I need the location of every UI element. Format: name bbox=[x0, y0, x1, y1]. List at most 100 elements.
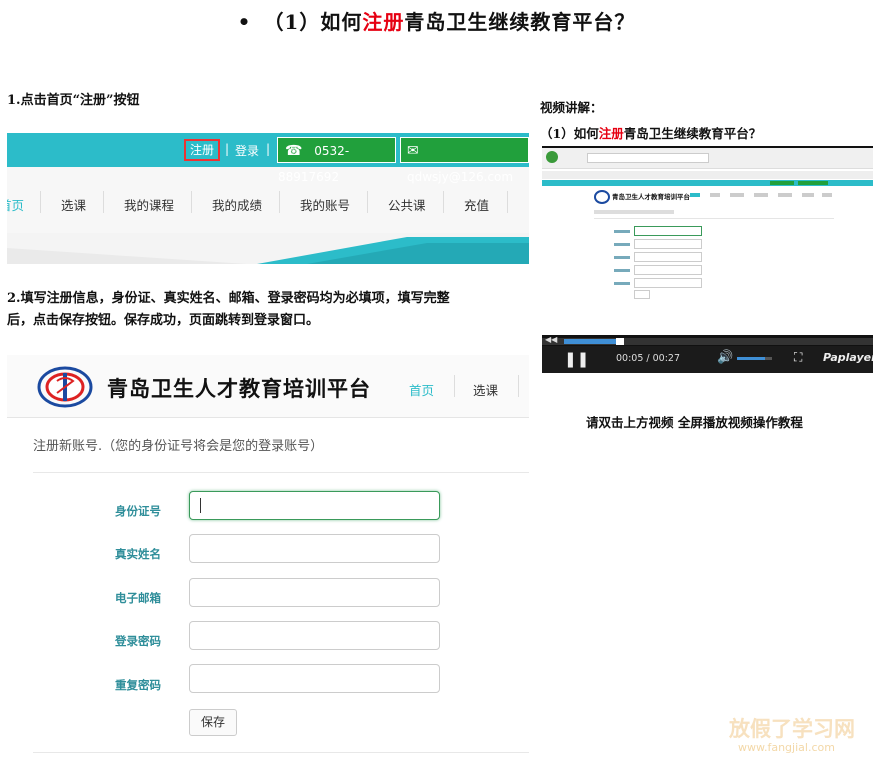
video-label bbox=[614, 282, 630, 285]
browser-logo-icon bbox=[546, 151, 558, 163]
video-progress-handle[interactable] bbox=[616, 338, 624, 345]
topbar-separator: | bbox=[266, 142, 271, 156]
real-name-input[interactable] bbox=[189, 534, 440, 563]
repeat-password-input[interactable] bbox=[189, 664, 440, 693]
mail-icon: ✉ bbox=[407, 143, 419, 159]
registration-hint: 注册新账号.（您的身份证号将会是您的登录账号） bbox=[33, 439, 324, 454]
step1-text: 1.点击首页“注册”按钮 bbox=[7, 93, 140, 108]
video-subtitle: （1）如何注册青岛卫生继续教育平台？ bbox=[540, 123, 761, 145]
password-input[interactable] bbox=[189, 621, 440, 650]
video-logo-icon bbox=[594, 190, 610, 204]
email-box: ✉ qdwsjy@126.com bbox=[400, 137, 529, 184]
video-field bbox=[634, 239, 702, 249]
label-repeat-password: 重复密码 bbox=[115, 678, 161, 692]
video-nav bbox=[690, 193, 840, 197]
nav-public-courses[interactable]: 公共课 bbox=[388, 195, 426, 214]
video-progress-track[interactable]: ◀◀ bbox=[542, 335, 873, 345]
video-time: 00:05 / 00:27 bbox=[616, 353, 680, 364]
video-field bbox=[634, 265, 702, 275]
login-link[interactable]: 登录 bbox=[235, 142, 259, 159]
video-label bbox=[614, 269, 630, 272]
video-label bbox=[614, 256, 630, 259]
nav-divider bbox=[279, 191, 280, 213]
divider bbox=[33, 752, 529, 753]
volume-level bbox=[737, 357, 765, 360]
volume-icon[interactable]: 🔊 bbox=[717, 350, 733, 365]
video-subtitle-highlight: 注册 bbox=[598, 126, 624, 141]
watermark-logo: 放假了学习网 bbox=[729, 717, 855, 741]
video-subtitle-prefix: （1）如何 bbox=[540, 126, 599, 141]
fullscreen-icon[interactable]: ⛶ bbox=[794, 350, 802, 365]
video-save bbox=[634, 290, 650, 299]
title-suffix: 青岛卫生继续教育平台？ bbox=[404, 10, 636, 34]
video-platform-name: 青岛卫生人才教育培训平台 bbox=[612, 193, 690, 201]
label-real-name: 真实姓名 bbox=[115, 547, 161, 561]
video-progress-fill bbox=[564, 339, 620, 344]
id-number-input[interactable] bbox=[189, 491, 440, 520]
video-field bbox=[634, 252, 702, 262]
nav-divider bbox=[518, 375, 519, 397]
pause-icon[interactable]: ❚❚ bbox=[564, 350, 589, 368]
video-label bbox=[614, 230, 630, 233]
nav-home[interactable]: 首页 bbox=[7, 195, 24, 214]
email-input[interactable] bbox=[189, 578, 440, 607]
nav-home[interactable]: 首页 bbox=[409, 380, 434, 399]
site-header: 青岛卫生人才教育培训平台 首页 选课 bbox=[7, 355, 529, 418]
label-email: 电子邮箱 bbox=[115, 591, 161, 605]
nav-divider bbox=[103, 191, 104, 213]
label-password: 登录密码 bbox=[115, 634, 161, 648]
nav-my-courses[interactable]: 我的课程 bbox=[124, 195, 174, 214]
save-button[interactable]: 保存 bbox=[189, 709, 237, 736]
nav-recharge[interactable]: 充值 bbox=[464, 195, 489, 214]
browser-address-bar bbox=[587, 153, 709, 163]
title-highlight: 注册 bbox=[362, 10, 405, 34]
nav-divider bbox=[367, 191, 368, 213]
platform-logo bbox=[37, 366, 93, 408]
video-subtitle-suffix: 青岛卫生继续教育平台？ bbox=[623, 126, 762, 141]
nav-divider bbox=[40, 191, 41, 213]
video-frame[interactable]: 青岛卫生人才教育培训平台 bbox=[542, 148, 873, 335]
video-field bbox=[634, 278, 702, 288]
text-cursor bbox=[200, 498, 201, 513]
video-site-topbar bbox=[542, 180, 873, 186]
page-title: • （1）如何注册青岛卫生继续教育平台？ bbox=[0, 6, 873, 35]
video-divider bbox=[594, 218, 834, 219]
title-bullet: • bbox=[237, 10, 252, 34]
platform-name: 青岛卫生人才教育培训平台 bbox=[107, 377, 371, 401]
phone-box: ☎ 0532-88917692 bbox=[277, 137, 396, 184]
register-link[interactable]: 注册 bbox=[184, 139, 220, 161]
video-label bbox=[614, 243, 630, 246]
nav-my-account[interactable]: 我的账号 bbox=[300, 195, 350, 214]
rewind-icon[interactable]: ◀◀ bbox=[545, 335, 557, 344]
nav-divider bbox=[443, 191, 444, 213]
nav-divider bbox=[191, 191, 192, 213]
banner-strip bbox=[7, 233, 529, 264]
label-id-number: 身份证号 bbox=[115, 504, 161, 518]
email-address: qdwsjy@126.com bbox=[407, 170, 514, 184]
step2-line1: 2.填写注册信息，身份证、真实姓名、邮箱、登录密码均为必填项，填写完整 bbox=[7, 291, 450, 306]
main-nav: 首页 选课 我的课程 我的成绩 我的账号 公共课 充值 bbox=[7, 185, 529, 221]
nav-courses[interactable]: 选课 bbox=[61, 195, 86, 214]
screenshot-registration: 青岛卫生人才教育培训平台 首页 选课 注册新账号.（您的身份证号将会是您的登录账… bbox=[7, 355, 529, 755]
screenshot-homepage: 注册 | 登录 | ☎ 0532-88917692 ✉ qdwsjy@126.c… bbox=[7, 133, 529, 264]
video-browser-bar bbox=[542, 148, 873, 169]
divider bbox=[33, 472, 529, 473]
title-prefix: （1）如何 bbox=[263, 10, 363, 34]
video-field bbox=[634, 226, 702, 236]
video-hint-line bbox=[594, 210, 674, 214]
nav-courses[interactable]: 选课 bbox=[473, 380, 498, 399]
volume-slider[interactable] bbox=[737, 357, 772, 360]
nav-my-scores[interactable]: 我的成绩 bbox=[212, 195, 262, 214]
phone-icon: ☎ bbox=[285, 143, 303, 159]
nav-divider bbox=[454, 375, 455, 397]
watermark-url: www.fangjial.com bbox=[738, 741, 835, 754]
player-brand: Paplayer bbox=[823, 351, 873, 364]
browser-tab-strip bbox=[542, 171, 873, 179]
banner-graphic bbox=[7, 237, 529, 264]
video-heading: 视频讲解： bbox=[540, 100, 603, 115]
video-caption: 请双击上方视频 全屏播放视频操作教程 bbox=[586, 415, 803, 430]
video-player[interactable]: 青岛卫生人才教育培训平台 ◀◀ ❚❚ 00:05 / 00:27 🔊 ⛶ Pap… bbox=[542, 146, 873, 373]
nav-divider bbox=[507, 191, 508, 213]
topbar-separator: | bbox=[225, 142, 230, 156]
top-bar: 注册 | 登录 | ☎ 0532-88917692 ✉ qdwsjy@126.c… bbox=[7, 133, 529, 184]
